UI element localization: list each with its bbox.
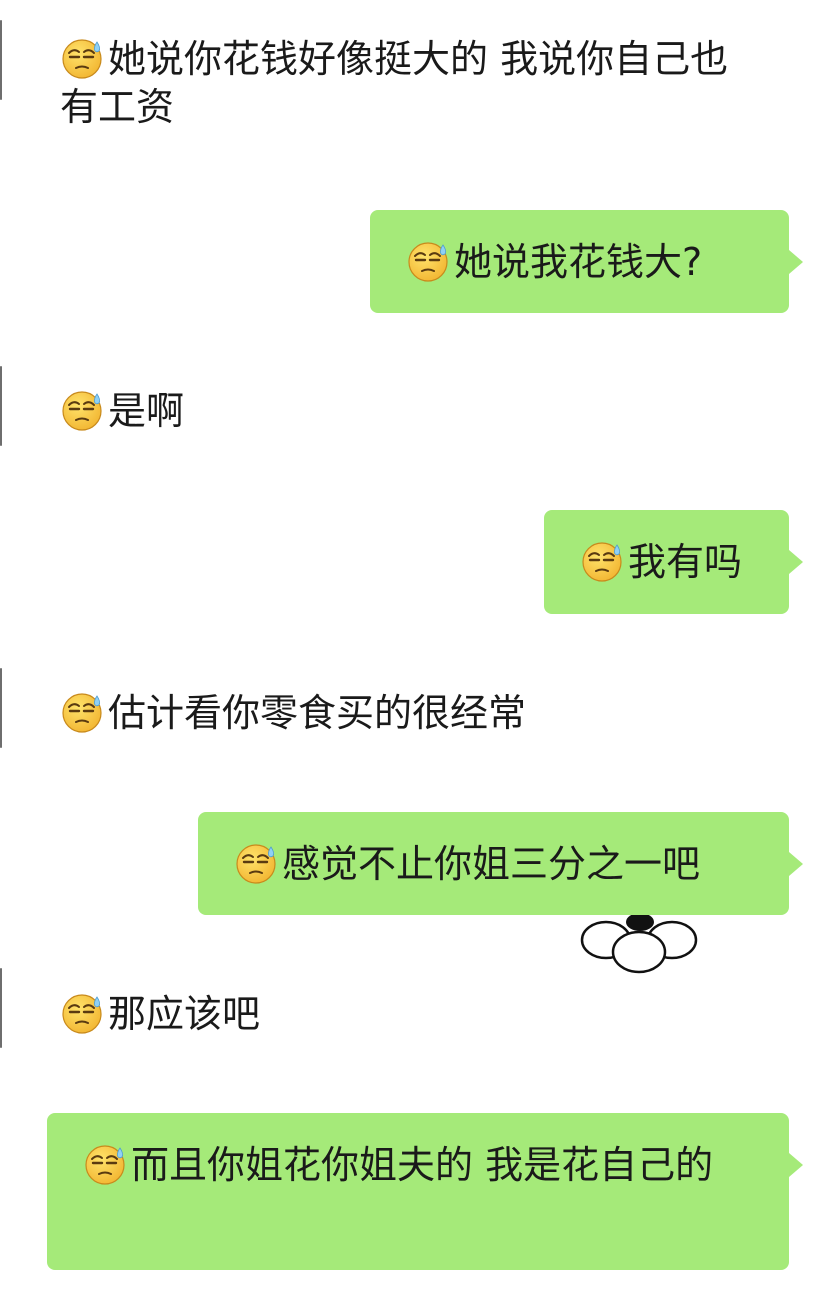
message-text: 是啊 xyxy=(108,389,185,433)
sweat-smile-emoji-icon xyxy=(60,388,104,432)
sent-message-bubble[interactable]: 感觉不止你姐三分之一吧 xyxy=(198,812,803,915)
received-message[interactable]: 估计看你零食买的很经常 xyxy=(60,689,750,737)
sweat-smile-emoji-icon xyxy=(83,1142,127,1186)
sent-message-bubble[interactable]: 而且你姐花你姐夫的 我是花自己的 xyxy=(47,1113,803,1270)
left-edge-mark xyxy=(0,366,2,446)
message-text: 而且你姐花你姐夫的 我是花自己的 xyxy=(131,1143,714,1187)
sent-message-bubble[interactable]: 她说我花钱大? xyxy=(370,210,803,313)
flower-sticker-icon xyxy=(580,913,698,974)
sweat-smile-emoji-icon xyxy=(234,841,278,885)
message-text: 我有吗 xyxy=(628,540,743,584)
sweat-smile-emoji-icon xyxy=(60,36,104,80)
received-message[interactable]: 她说你花钱好像挺大的 我说你自己也有工资 xyxy=(60,35,750,131)
left-edge-mark xyxy=(0,20,2,100)
message-text: 那应该吧 xyxy=(108,992,261,1036)
message-text: 她说你花钱好像挺大的 我说你自己也有工资 xyxy=(60,37,729,129)
left-edge-mark xyxy=(0,668,2,748)
message-text: 估计看你零食买的很经常 xyxy=(108,691,527,735)
sweat-smile-emoji-icon xyxy=(406,239,450,283)
sweat-smile-emoji-icon xyxy=(60,991,104,1035)
sweat-smile-emoji-icon xyxy=(580,539,624,583)
left-edge-mark xyxy=(0,968,2,1048)
received-message[interactable]: 是啊 xyxy=(60,387,750,435)
message-text: 她说我花钱大? xyxy=(454,240,703,284)
message-text: 感觉不止你姐三分之一吧 xyxy=(282,842,701,886)
sweat-smile-emoji-icon xyxy=(60,690,104,734)
sent-message-bubble[interactable]: 我有吗 xyxy=(544,510,803,614)
received-message[interactable]: 那应该吧 xyxy=(60,990,750,1038)
